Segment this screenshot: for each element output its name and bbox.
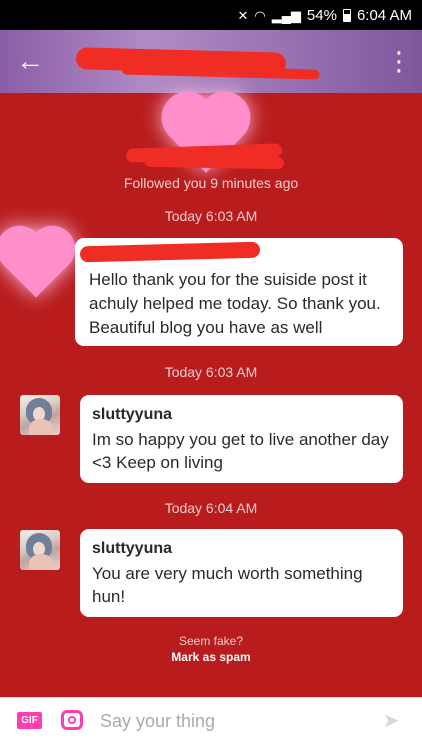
- message-timestamp: Today 6:04 AM: [164, 500, 258, 516]
- conversation-header: ← ⋮: [0, 30, 422, 93]
- message-timestamp: Today 6:03 AM: [164, 364, 258, 380]
- message-timestamp: Today 6:03 AM: [164, 208, 258, 224]
- signal-icon: ▂▄▆: [271, 7, 301, 23]
- sender-heart-avatar[interactable]: [3, 232, 69, 298]
- wifi-icon: ◠: [254, 7, 266, 23]
- message-text: Hello thank you for the suiside post it …: [89, 270, 381, 337]
- redacted-profile-name-2: [143, 154, 285, 170]
- message-text: Im so happy you get to live another day …: [92, 430, 389, 472]
- followed-notice: Followed you 9 minutes ago: [123, 175, 299, 191]
- camera-icon[interactable]: [61, 710, 83, 730]
- sender-avatar[interactable]: [20, 530, 60, 570]
- message-input[interactable]: [100, 708, 370, 734]
- battery-icon: [342, 8, 351, 22]
- message-text: You are very much worth something hun!: [92, 564, 363, 606]
- status-time: 6:04 AM: [356, 6, 412, 24]
- gif-button[interactable]: GIF: [17, 712, 42, 729]
- send-icon[interactable]: ➤: [380, 710, 402, 732]
- more-vert-icon[interactable]: ⋮: [386, 46, 412, 78]
- back-arrow-icon[interactable]: ←: [14, 46, 46, 78]
- message-bubble: sluttyyuna Im so happy you get to live a…: [80, 395, 403, 483]
- mark-as-spam-link[interactable]: Mark as spam: [0, 649, 422, 665]
- sender-avatar[interactable]: [20, 395, 60, 435]
- sender-name[interactable]: sluttyyuna: [92, 540, 391, 558]
- mute-icon: ✕: [237, 7, 249, 23]
- status-icons: ✕ ◠ ▂▄▆ 54% 6:04 AM: [237, 0, 412, 30]
- status-bar: ✕ ◠ ▂▄▆ 54% 6:04 AM: [0, 0, 422, 30]
- message-bubble: sluttyyuna You are very much worth somet…: [80, 529, 403, 617]
- battery-percent: 54%: [306, 6, 337, 24]
- spam-question: Seem fake?: [178, 634, 244, 648]
- spam-prompt: Seem fake? Mark as spam: [0, 633, 422, 665]
- redacted-blog-name: [75, 47, 287, 75]
- sender-name[interactable]: sluttyyuna: [92, 406, 391, 424]
- message-composer: GIF ➤: [0, 697, 422, 750]
